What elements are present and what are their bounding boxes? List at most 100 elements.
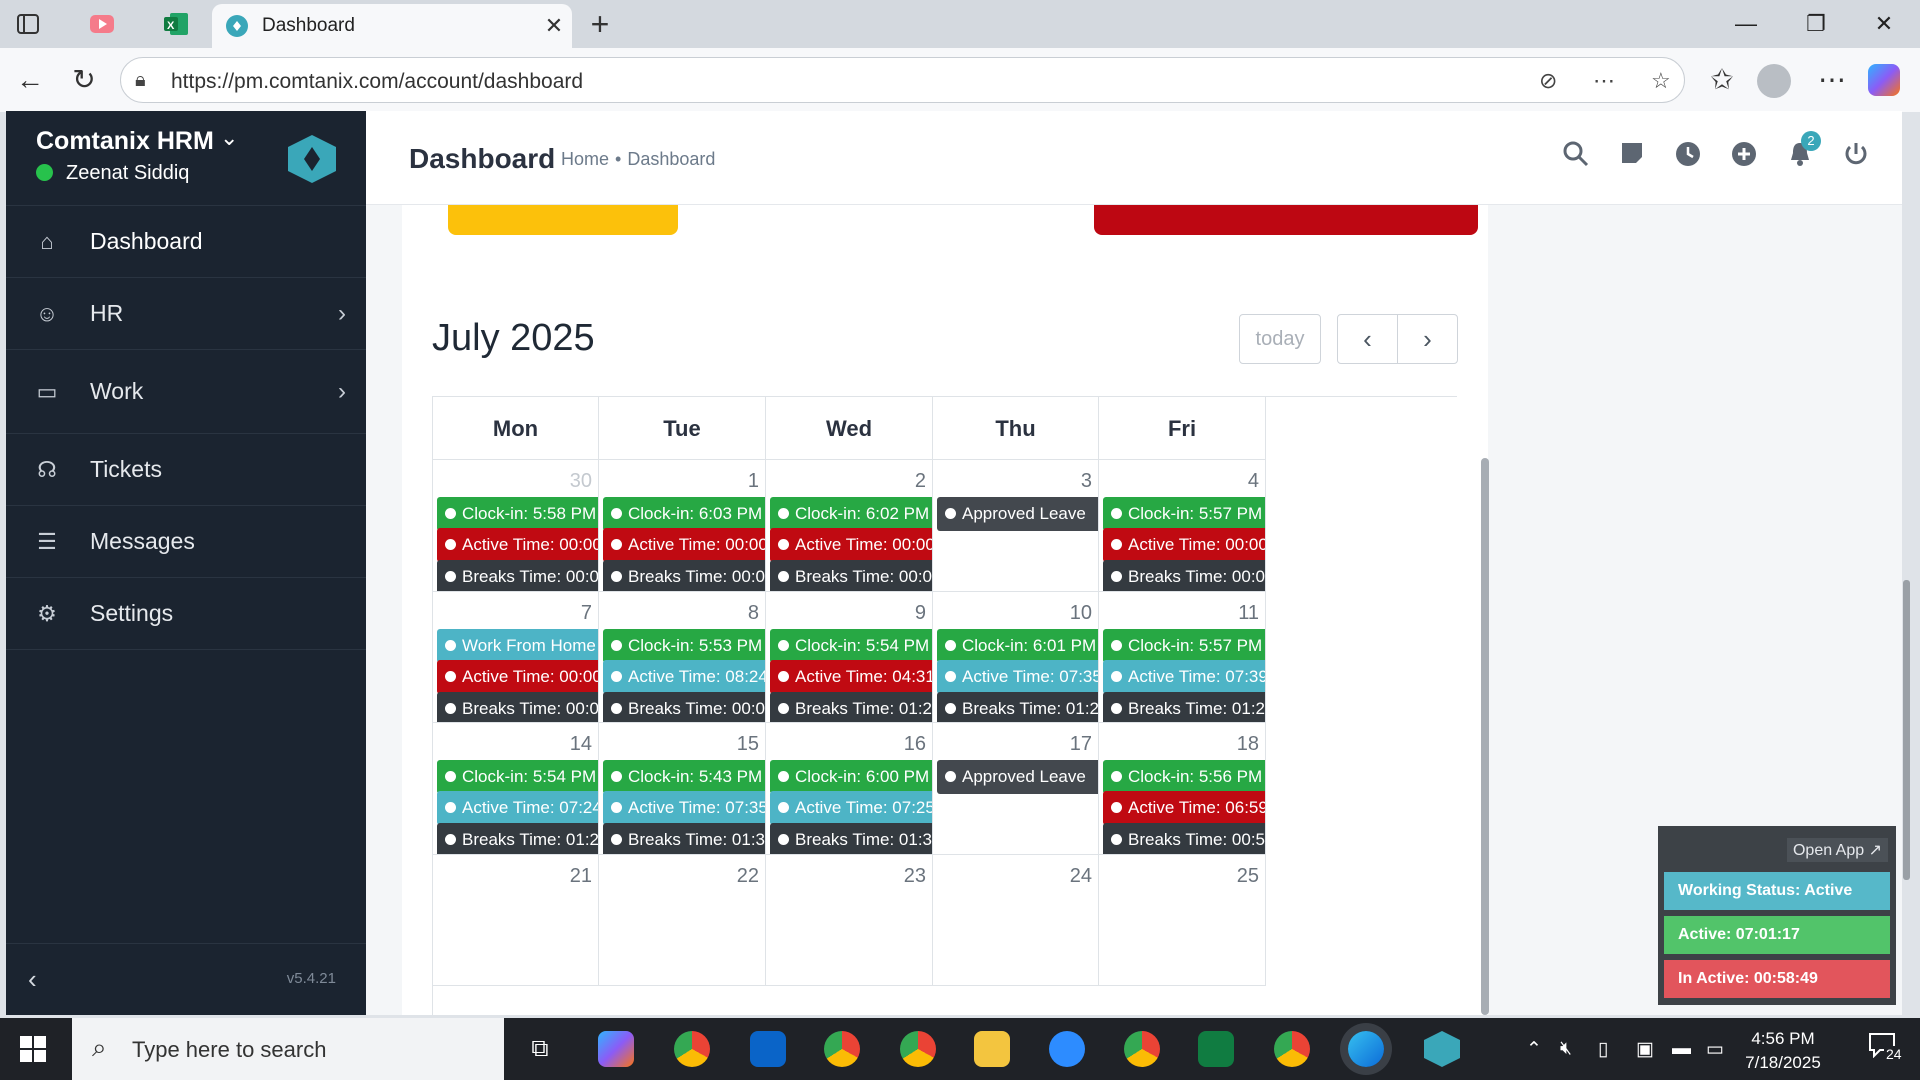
tab-dashboard[interactable]: Dashboard ✕ — [212, 4, 572, 48]
calendar-day-cell[interactable]: 11 Clock-in: 5:57 PMActive Time: 07:39:2B… — [1099, 591, 1266, 723]
calendar-day-cell[interactable]: 18 Clock-in: 5:56 PMActive Time: 06:59:2B… — [1099, 723, 1266, 855]
calendar-day-cell[interactable]: 23 — [766, 854, 933, 986]
calendar-event[interactable]: Clock-in: 6:02 PM — [770, 497, 932, 531]
close-window-button[interactable]: ✕ — [1854, 8, 1914, 40]
calendar-event[interactable]: Clock-in: 5:58 PM — [437, 497, 598, 531]
day-number[interactable]: 3 — [1081, 470, 1092, 493]
favorite-star-icon[interactable]: ☆ — [1651, 68, 1671, 94]
day-number[interactable]: 23 — [904, 865, 926, 888]
calendar-event[interactable]: Clock-in: 5:57 PM — [1103, 497, 1265, 531]
calendar-event[interactable]: Breaks Time: 00:00:00 — [603, 560, 765, 591]
calendar-day-cell[interactable]: 10 Clock-in: 6:01 PMActive Time: 07:35:04… — [933, 591, 1099, 723]
restore-button[interactable]: ❐ — [1786, 8, 1846, 40]
calendar-event[interactable]: Active Time: 00:00:00 — [437, 659, 598, 694]
excel-icon[interactable] — [1198, 1031, 1234, 1067]
clock-icon[interactable] — [1673, 141, 1703, 171]
calendar-event[interactable]: Active Time: 04:31:02 — [770, 659, 932, 694]
day-number[interactable]: 22 — [737, 865, 759, 888]
calendar-event[interactable]: Approved Leave — [937, 760, 1098, 794]
calendar-event[interactable]: Active Time: 00:00:00 — [770, 528, 932, 562]
calendar-day-cell[interactable]: 24 — [933, 854, 1099, 986]
day-number[interactable]: 14 — [570, 733, 592, 756]
prev-month-button[interactable]: ‹ — [1337, 314, 1398, 364]
excel-tab-icon[interactable]: X — [160, 9, 192, 39]
calendar-day-cell[interactable]: 25 — [1099, 854, 1266, 986]
calendar-event[interactable]: Breaks Time: 00:00:00 — [437, 691, 598, 723]
sidebar-item-messages[interactable]: ☰ Messages — [6, 506, 366, 578]
power-icon[interactable] — [1841, 141, 1871, 171]
calendar-event[interactable]: Active Time: 07:25:06 — [770, 791, 932, 825]
calendar-event[interactable]: Clock-in: 5:53 PM — [603, 628, 765, 663]
page-scrollbar[interactable] — [1903, 580, 1910, 880]
edge-icon[interactable] — [1348, 1031, 1384, 1067]
chrome-profile-icon[interactable] — [674, 1031, 710, 1067]
calendar-event[interactable]: Active Time: 00:00:00 — [437, 528, 598, 562]
copilot-app-icon[interactable] — [598, 1031, 634, 1067]
windows-start-icon[interactable] — [20, 1036, 46, 1062]
calendar-event[interactable]: Breaks Time: 00:00:00 — [770, 560, 932, 591]
day-number[interactable]: 16 — [904, 733, 926, 756]
calendar-event[interactable]: Active Time: 07:24:38 — [437, 791, 598, 825]
calendar-event[interactable]: Clock-in: 5:54 PM — [437, 760, 598, 794]
notifications-bell-icon[interactable]: 2 — [1785, 131, 1821, 171]
calendar-event[interactable]: Active Time: 08:24:22 — [603, 659, 765, 694]
youtube-tab-icon[interactable] — [86, 9, 118, 39]
sidebar-item-hr[interactable]: ☺ HR › — [6, 278, 366, 350]
calendar-event[interactable]: Breaks Time: 01:39:54 — [603, 823, 765, 854]
copilot-icon[interactable] — [1868, 64, 1900, 96]
calendar-event[interactable]: Breaks Time: 00:58:4 — [1103, 823, 1265, 854]
url-field[interactable]: 🔒︎ https://pm.comtanix.com/account/dashb… — [120, 57, 1685, 103]
calendar-day-cell[interactable]: 3 Approved Leave — [933, 460, 1099, 592]
today-button[interactable]: today — [1239, 314, 1321, 364]
calendar-day-cell[interactable]: 9 Clock-in: 5:54 PMActive Time: 04:31:02B… — [766, 591, 933, 723]
task-view-icon[interactable]: ⧉ — [522, 1031, 558, 1067]
day-number[interactable]: 30 — [570, 470, 592, 493]
calendar-day-cell[interactable]: 30 Clock-in: 5:58 PMActive Time: 00:00:00… — [433, 460, 599, 592]
calendar-scrollbar[interactable] — [1481, 458, 1489, 1015]
day-number[interactable]: 18 — [1237, 733, 1259, 756]
calendar-event[interactable]: Clock-in: 5:43 PM — [603, 760, 765, 794]
calendar-day-cell[interactable]: 2 Clock-in: 6:02 PMActive Time: 00:00:00B… — [766, 460, 933, 592]
taskbar-search-box[interactable]: ⌕ Type here to search — [72, 1018, 504, 1080]
volume-muted-icon[interactable]: 🔇︎ — [1560, 1038, 1572, 1060]
favorites-icon[interactable]: ✩ — [1702, 62, 1742, 98]
calendar-day-cell[interactable]: 21 — [433, 854, 599, 986]
sidebar-item-work[interactable]: ▭ Work › — [6, 350, 366, 434]
profile-avatar[interactable] — [1757, 64, 1791, 98]
calendar-event[interactable]: Clock-in: 5:54 PM — [770, 628, 932, 663]
file-explorer-icon[interactable] — [974, 1031, 1010, 1067]
outlook-icon[interactable] — [750, 1031, 786, 1067]
back-button[interactable]: ← — [10, 62, 50, 98]
reload-button[interactable]: ↻ — [64, 62, 104, 98]
sticky-note-icon[interactable] — [1617, 141, 1647, 171]
chrome-profile-3-icon[interactable] — [900, 1031, 936, 1067]
open-app-button[interactable]: Open App ↗ — [1786, 838, 1888, 862]
calendar-event[interactable]: Active Time: 07:35:04 — [937, 659, 1098, 694]
comtanix-app-icon[interactable] — [1424, 1031, 1460, 1067]
sidebar-item-tickets[interactable]: ☊ Tickets — [6, 434, 366, 506]
calendar-event[interactable]: Breaks Time: 00:00:00 — [437, 560, 598, 591]
calendar-event[interactable]: Active Time: 07:35:23 — [603, 791, 765, 825]
day-number[interactable]: 7 — [581, 602, 592, 625]
calendar-event[interactable]: Clock-in: 6:01 PM — [937, 628, 1098, 663]
calendar-event[interactable]: Active Time: 00:00:00 — [603, 528, 765, 562]
day-number[interactable]: 21 — [570, 865, 592, 888]
lock-icon[interactable]: 🔒︎ — [135, 69, 146, 92]
day-number[interactable]: 17 — [1070, 733, 1092, 756]
calendar-event[interactable]: Active Time: 00:00:00 — [1103, 528, 1265, 562]
tracking-prevention-icon[interactable]: ⊘ — [1539, 68, 1557, 94]
taskbar-clock[interactable]: 4:56 PM 7/18/2025 — [1738, 1027, 1828, 1075]
calendar-day-cell[interactable]: 17 Approved Leave — [933, 723, 1099, 855]
action-center-icon[interactable]: 24 — [1868, 1032, 1904, 1066]
calendar-event[interactable]: Approved Leave — [937, 497, 1098, 531]
battery-icon[interactable]: ▬ — [1672, 1038, 1691, 1060]
calendar-event[interactable]: Breaks Time: 01:23:57 — [437, 823, 598, 854]
calendar-event[interactable]: Clock-in: 6:00 PM — [770, 760, 932, 794]
calendar-event[interactable]: Active Time: 07:39:2 — [1103, 659, 1265, 694]
zoom-icon[interactable] — [1049, 1031, 1085, 1067]
day-number[interactable]: 25 — [1237, 865, 1259, 888]
calendar-event[interactable]: Breaks Time: 01:23:00 — [937, 691, 1098, 723]
calendar-event[interactable]: Clock-in: 5:57 PM — [1103, 628, 1265, 663]
close-tab-icon[interactable]: ✕ — [536, 13, 572, 39]
chevron-down-icon[interactable]: ⌄ — [220, 125, 238, 151]
